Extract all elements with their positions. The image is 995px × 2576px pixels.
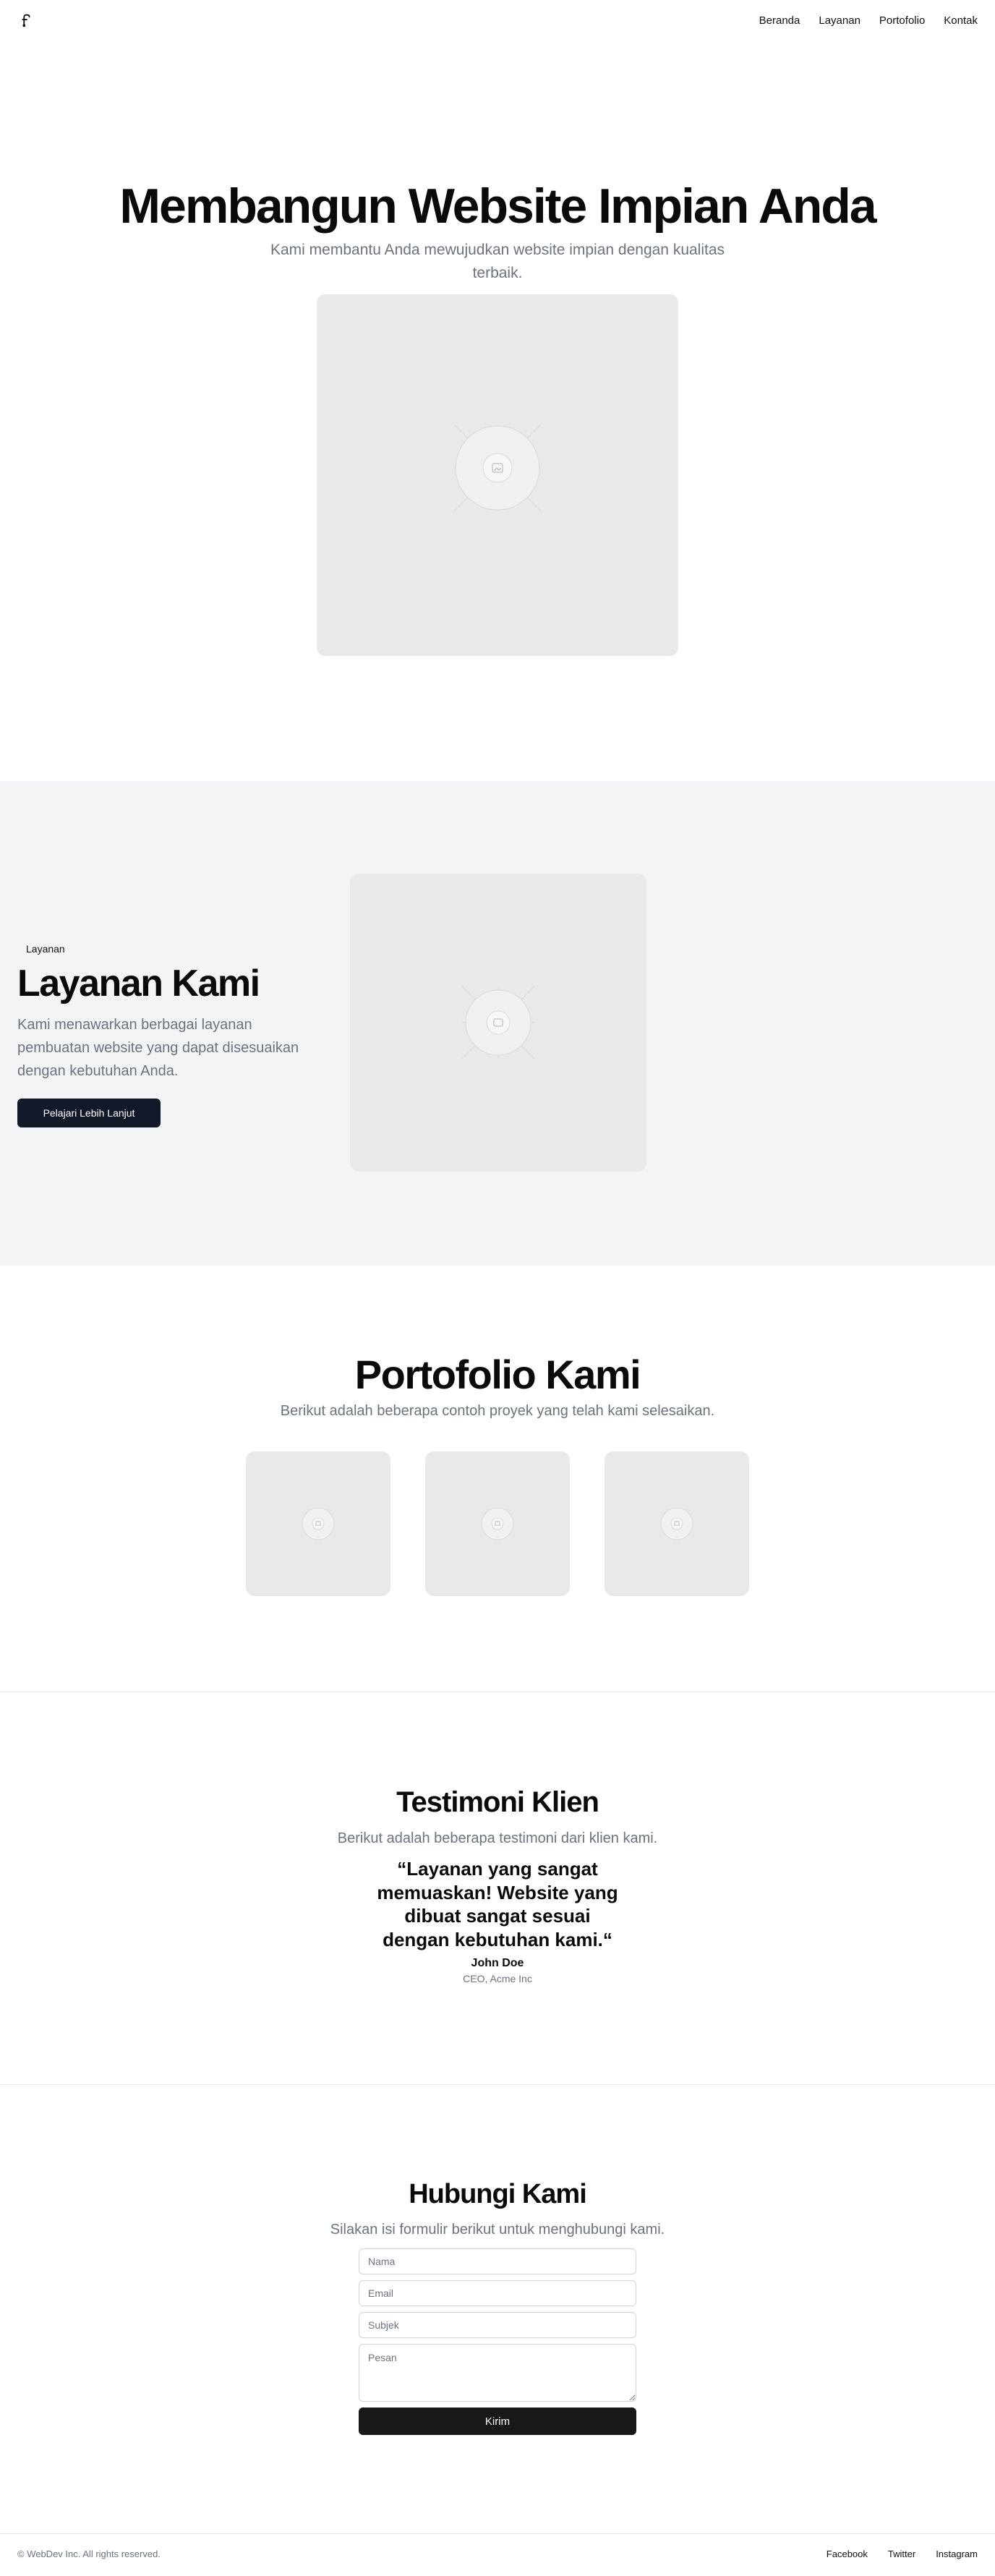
testimonials-title: Testimoni Klien bbox=[396, 1786, 599, 1818]
image-placeholder-icon bbox=[660, 1507, 693, 1540]
site-footer: © WebDev Inc. All rights reserved. Faceb… bbox=[0, 2533, 995, 2574]
portfolio-item-2[interactable] bbox=[425, 1451, 570, 1596]
portfolio-title: Portofolio Kami bbox=[354, 1352, 641, 1397]
hero-subtitle: Kami membantu Anda mewujudkan website im… bbox=[270, 242, 725, 281]
nav-link-kontak[interactable]: Kontak bbox=[944, 14, 978, 27]
contact-title: Hubungi Kami bbox=[409, 2179, 587, 2209]
nav-link-layanan[interactable]: Layanan bbox=[819, 14, 861, 27]
nav-link-portofolio[interactable]: Portofolio bbox=[879, 14, 925, 27]
hero-image-placeholder bbox=[317, 294, 678, 657]
contact-section: Hubungi Kami Silakan isi formulir beriku… bbox=[0, 2085, 995, 2533]
testimonial-quote: “Layanan yang sangat memuaskan! Website … bbox=[377, 1858, 618, 1950]
main-nav: Beranda Layanan Portofolio Kontak bbox=[759, 14, 978, 27]
nav-link-beranda[interactable]: Beranda bbox=[759, 14, 800, 27]
services-image-placeholder bbox=[350, 874, 646, 1172]
email-input[interactable] bbox=[359, 2280, 636, 2306]
copyright-text: © WebDev Inc. All rights reserved. bbox=[17, 2549, 161, 2559]
subject-input[interactable] bbox=[359, 2312, 636, 2338]
contact-form: Kirim bbox=[359, 2248, 636, 2435]
portfolio-item-3[interactable] bbox=[605, 1451, 749, 1596]
portfolio-item-1[interactable] bbox=[246, 1451, 390, 1596]
portfolio-subtitle: Berikut adalah beberapa contoh proyek ya… bbox=[280, 1402, 715, 1419]
testimonial-author: John Doe bbox=[471, 1957, 524, 1969]
pen-nib-icon[interactable] bbox=[17, 12, 35, 29]
message-textarea[interactable] bbox=[359, 2344, 636, 2402]
services-title: Layanan Kami bbox=[17, 963, 260, 1005]
services-section: Layanan Layanan Kami Kami menawarkan ber… bbox=[0, 781, 995, 1266]
testimonials-section: Testimoni Klien Berikut adalah beberapa … bbox=[0, 1692, 995, 2085]
testimonials-subtitle: Berikut adalah beberapa testimoni dari k… bbox=[337, 1830, 658, 1846]
footer-link-instagram[interactable]: Instagram bbox=[936, 2549, 978, 2559]
hero-title: Membangun Website Impian Anda bbox=[119, 179, 876, 234]
learn-more-button[interactable]: Pelajari Lebih Lanjut bbox=[17, 1099, 161, 1128]
services-badge: Layanan bbox=[26, 943, 65, 955]
portfolio-section: Portofolio Kami Berikut adalah beberapa … bbox=[0, 1266, 995, 1692]
image-placeholder-icon bbox=[461, 986, 535, 1059]
image-placeholder-icon bbox=[302, 1507, 335, 1540]
portfolio-grid bbox=[246, 1451, 749, 1596]
footer-link-twitter[interactable]: Twitter bbox=[888, 2549, 915, 2559]
services-text: Layanan Layanan Kami Kami menawarkan ber… bbox=[17, 940, 307, 1128]
testimonial-role: CEO, Acme Inc bbox=[463, 1973, 532, 1984]
site-header: Beranda Layanan Portofolio Kontak bbox=[0, 0, 995, 40]
services-description: Kami menawarkan berbagai layanan pembuat… bbox=[17, 1017, 299, 1080]
contact-subtitle: Silakan isi formulir berikut untuk mengh… bbox=[330, 2222, 665, 2238]
submit-button[interactable]: Kirim bbox=[359, 2407, 636, 2435]
image-placeholder-icon bbox=[481, 1507, 514, 1540]
footer-link-facebook[interactable]: Facebook bbox=[827, 2549, 868, 2559]
name-input[interactable] bbox=[359, 2248, 636, 2274]
image-placeholder-icon bbox=[453, 424, 542, 512]
hero-section: Membangun Website Impian Anda Kami memba… bbox=[0, 40, 995, 781]
footer-links: Facebook Twitter Instagram bbox=[827, 2549, 978, 2559]
